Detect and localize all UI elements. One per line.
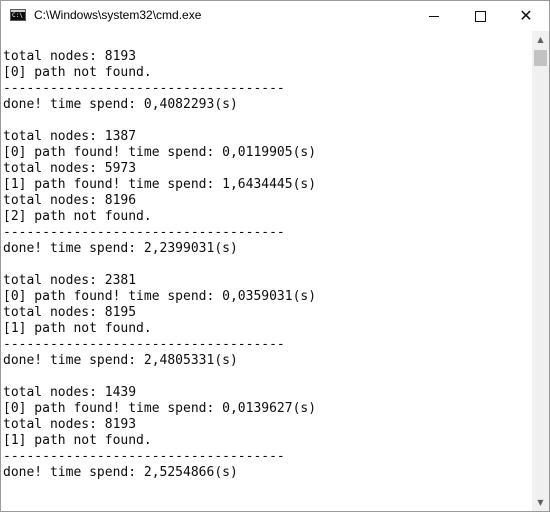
- console-line: [0] path found! time spend: 0,0119905(s): [3, 145, 317, 160]
- console-line: done! time spend: 2,4805331(s): [3, 353, 238, 368]
- scroll-thumb[interactable]: [534, 50, 547, 66]
- console-line: total nodes: 8195: [3, 305, 137, 320]
- cmd-icon[interactable]: C:\: [10, 9, 26, 21]
- minimize-button[interactable]: [411, 1, 457, 31]
- vertical-scrollbar[interactable]: ▲ ▼: [532, 31, 549, 511]
- console-line: done! time spend: 0,4082293(s): [3, 97, 238, 112]
- console-output[interactable]: total nodes: 8193 [0] path not found. ----…: [1, 31, 532, 511]
- maximize-button[interactable]: [457, 1, 503, 31]
- console-line: [2] path not found.: [3, 209, 152, 224]
- console-line: ------------------------------------: [3, 337, 285, 352]
- console-line: total nodes: 1387: [3, 129, 137, 144]
- close-icon: ✕: [519, 6, 533, 25]
- console-line: total nodes: 8193: [3, 417, 137, 432]
- console-line: total nodes: 8196: [3, 193, 137, 208]
- console-line: total nodes: 1439: [3, 385, 137, 400]
- minimize-icon: [429, 15, 439, 17]
- scroll-down-icon: ▼: [537, 498, 544, 507]
- console-line: [0] path found! time spend: 0,0359031(s): [3, 289, 317, 304]
- console-line: total nodes: 5973: [3, 161, 137, 176]
- scroll-up-icon: ▲: [537, 35, 544, 44]
- console-line: [1] path not found.: [3, 433, 152, 448]
- window-title: C:\Windows\system32\cmd.exe: [34, 8, 202, 22]
- console-line: done! time spend: 2,5254866(s): [3, 465, 238, 480]
- console-line: total nodes: 8193: [3, 49, 137, 64]
- close-button[interactable]: ✕: [503, 1, 549, 31]
- console-line: [0] path found! time spend: 0,0139627(s): [3, 401, 317, 416]
- maximize-icon: [474, 10, 486, 22]
- scroll-down-button[interactable]: ▼: [532, 494, 549, 511]
- icon-prompt: C:\: [12, 12, 23, 19]
- console-line: ------------------------------------: [3, 81, 285, 96]
- console-line: [1] path found! time spend: 1,6434445(s): [3, 177, 317, 192]
- console-line: [0] path not found.: [3, 65, 152, 80]
- title-bar[interactable]: C:\ C:\Windows\system32\cmd.exe ✕: [1, 1, 549, 31]
- console-line: done! time spend: 2,2399031(s): [3, 241, 238, 256]
- console-lines: total nodes: 8193 [0] path not found. ----…: [3, 49, 316, 481]
- console-line: total nodes: 2381: [3, 273, 137, 288]
- scroll-up-button[interactable]: ▲: [532, 31, 549, 48]
- console-line: [1] path not found.: [3, 321, 152, 336]
- console-line: ------------------------------------: [3, 449, 285, 464]
- console-line: ------------------------------------: [3, 225, 285, 240]
- cmd-window: C:\ C:\Windows\system32\cmd.exe ✕ total …: [0, 0, 550, 512]
